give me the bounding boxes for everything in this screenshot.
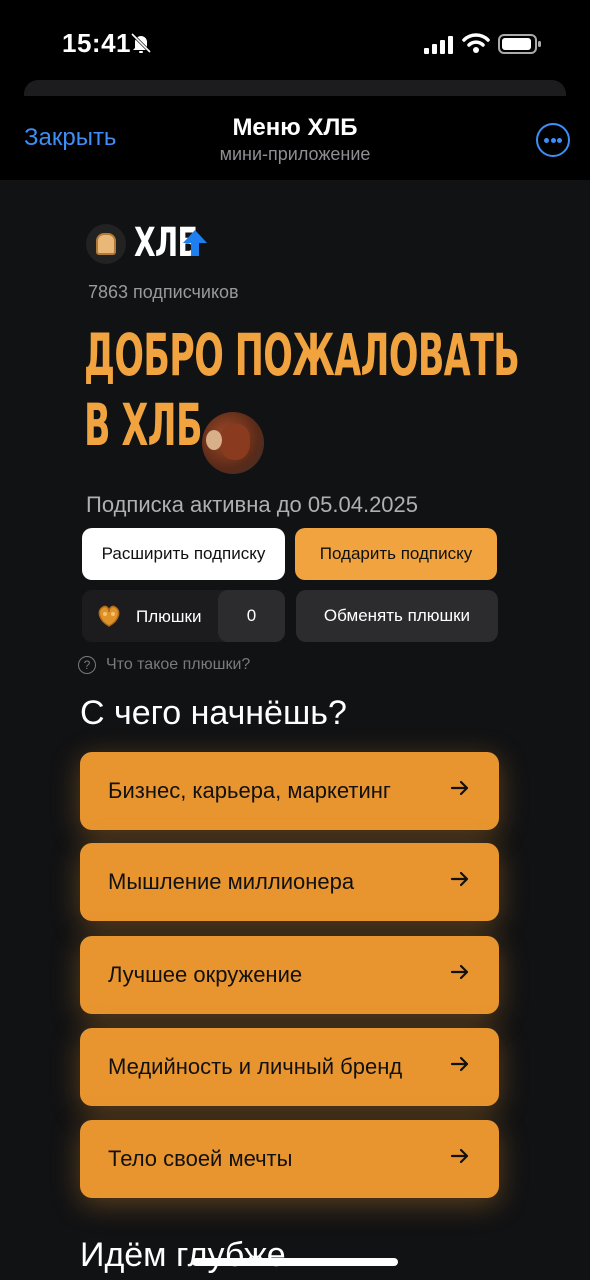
pluski-label: Плюшки (136, 607, 202, 626)
welcome-line-1: ДОБРО ПОЖАЛОВАТЬ (84, 321, 520, 389)
topic-label: Лучшее окружение (108, 962, 303, 987)
welcome-line-2: В ХЛБ (84, 391, 203, 459)
start-section-title: С чего начнёшь? (80, 694, 347, 732)
person-face-shape (206, 430, 222, 450)
topic-label: Мышление миллионера (108, 869, 355, 894)
deeper-section-title: Идём глубже (80, 1236, 286, 1274)
subscription-status: Подписка активна до 05.04.2025 (86, 492, 419, 517)
arrow-right-icon (450, 871, 469, 887)
more-dot-icon (544, 138, 549, 143)
arrow-right-icon (450, 780, 469, 796)
arrow-right-icon (450, 1056, 469, 1072)
gift-subscription-button[interactable]: Подарить подписку (295, 528, 497, 580)
header-title: Меню ХЛБ (232, 114, 358, 141)
cow-head-shape (220, 424, 250, 460)
pretzel-icon (98, 605, 120, 627)
more-dot-icon (557, 138, 562, 143)
home-indicator[interactable] (192, 1258, 398, 1266)
what-are-pluski-link[interactable]: Что такое плюшки? (106, 656, 250, 674)
channel-avatar[interactable] (86, 224, 126, 264)
extend-subscription-button[interactable]: Расширить подписку (82, 528, 285, 580)
topic-label: Бизнес, карьера, маркетинг (108, 778, 391, 803)
more-options-button[interactable] (536, 123, 570, 157)
status-bar: 15:41 (0, 0, 590, 80)
arrow-right-icon (450, 964, 469, 980)
cellular-signal-icon (424, 36, 453, 54)
topic-button-media-brand[interactable]: Медийность и личный бренд (80, 1028, 499, 1106)
welcome-heading: ДОБРО ПОЖАЛОВАТЬ В ХЛБ (84, 320, 520, 460)
topic-button-environment[interactable]: Лучшее окружение (80, 936, 499, 1014)
question-circle-icon[interactable]: ? (78, 656, 96, 674)
cow-avatar-image (202, 412, 264, 474)
boost-arrow-icon[interactable] (182, 228, 208, 258)
header-subtitle: мини-приложение (219, 144, 371, 164)
topic-label: Тело своей мечты (108, 1146, 293, 1171)
more-dot-icon (550, 138, 556, 143)
topic-button-business[interactable]: Бизнес, карьера, маркетинг (80, 752, 499, 830)
bell-off-icon (130, 32, 152, 54)
topic-button-mindset[interactable]: Мышление миллионера (80, 843, 499, 921)
status-time: 15:41 (62, 28, 131, 58)
pluski-balance: Плюшки 0 (82, 590, 285, 642)
wifi-icon (462, 33, 490, 53)
arrow-right-icon (450, 1148, 469, 1164)
topic-button-body[interactable]: Тело своей мечты (80, 1120, 499, 1198)
battery-icon (498, 34, 541, 54)
main-content: ХЛБ 7863 подписчиков ДОБРО ПОЖАЛОВАТЬ В … (0, 180, 590, 1280)
pluski-count: 0 (218, 590, 285, 642)
topic-label: Медийность и личный бренд (108, 1054, 403, 1079)
toast-icon (96, 233, 116, 255)
mini-app-header: Закрыть Меню ХЛБ мини-приложение (0, 96, 590, 180)
subscriber-count: 7863 подписчиков (88, 282, 239, 302)
exchange-pluski-button[interactable]: Обменять плюшки (296, 590, 498, 642)
